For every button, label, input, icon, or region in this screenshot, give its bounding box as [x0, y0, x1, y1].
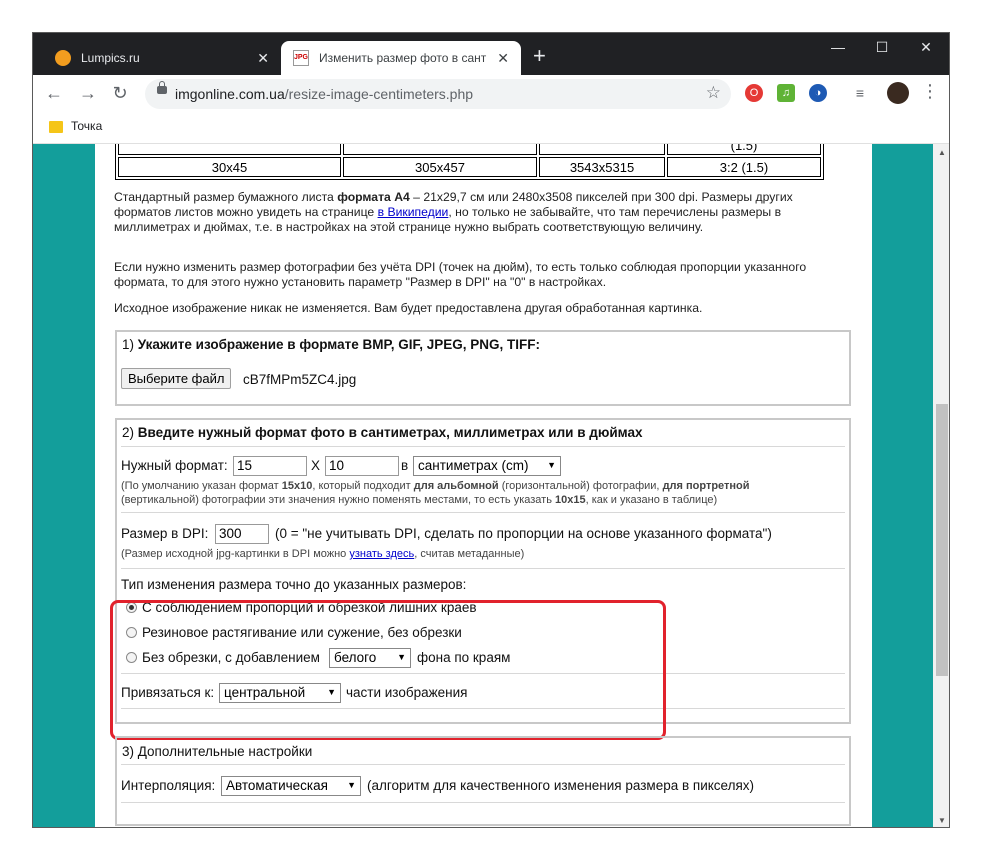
reload-icon[interactable]: ↻ — [109, 83, 131, 103]
section-2-title: 2) Введите нужный формат фото в сантимет… — [122, 425, 643, 440]
address-bar[interactable]: imgonline.com.ua/resize-image-centimeter… — [145, 79, 731, 109]
close-icon[interactable]: ✕ — [257, 50, 269, 67]
back-arrow-icon[interactable]: ← — [43, 83, 65, 103]
format-label: Нужный формат: — [121, 458, 228, 473]
interpolation-select[interactable]: Автоматическая ▼ — [221, 776, 361, 796]
chevron-down-icon: ▼ — [347, 780, 356, 790]
table-cell: 3543x5315 — [539, 157, 665, 177]
jpg-favicon-icon: JPG — [293, 50, 309, 66]
menu-dots-icon[interactable]: ⋮ — [921, 81, 939, 102]
tab-lumpics[interactable]: Lumpics.ru ✕ — [41, 41, 281, 75]
opera-extension-icon[interactable]: O — [745, 84, 763, 102]
photo-size-table: (1.5) 30x45 305x457 3543x5315 3:2 (1.5) — [115, 144, 824, 180]
close-icon[interactable]: ✕ — [497, 50, 509, 67]
url-text: imgonline.com.ua/resize-image-centimeter… — [175, 86, 474, 102]
table-row: 30x45 305x457 3543x5315 3:2 (1.5) — [118, 157, 821, 177]
avatar[interactable] — [887, 82, 909, 104]
vpn-extension-icon[interactable]: ◑ — [809, 84, 827, 102]
scrollbar-thumb[interactable] — [936, 404, 948, 676]
divider — [121, 764, 845, 765]
divider — [121, 512, 845, 513]
table-cell: 305x457 — [343, 157, 537, 177]
new-tab-plus-icon[interactable]: + — [533, 45, 546, 67]
in-label: в — [401, 458, 409, 473]
section-3-title: 3) Дополнительные настройки — [122, 744, 313, 759]
folder-icon — [49, 121, 63, 133]
dpi-label: Размер в DPI: — [121, 526, 209, 541]
height-input[interactable]: 10 — [325, 456, 399, 476]
tab-title: Lumpics.ru — [81, 51, 140, 65]
tab-bar: Lumpics.ru ✕ JPG Изменить размер фото в … — [33, 33, 949, 75]
browser-window: Lumpics.ru ✕ JPG Изменить размер фото в … — [32, 32, 950, 828]
choose-file-button[interactable]: Выберите файл — [121, 368, 232, 389]
window-close-icon[interactable]: ✕ — [911, 39, 941, 56]
bookmark-tochka[interactable]: Точка — [71, 119, 102, 133]
wikipedia-link[interactable]: в Википедии — [378, 205, 449, 219]
table-cell: 30x45 — [118, 157, 341, 177]
dpi-input[interactable]: 300 — [215, 524, 269, 544]
section-1-box: 1) Укажите изображение в формате BMP, GI… — [115, 330, 851, 406]
highlight-frame — [110, 600, 666, 740]
width-input[interactable]: 15 — [233, 456, 307, 476]
chevron-down-icon: ▼ — [547, 460, 556, 470]
maximize-icon[interactable]: ☐ — [867, 39, 897, 56]
learn-dpi-link[interactable]: узнать здесь — [349, 548, 414, 560]
section-1-title: 1) Укажите изображение в формате BMP, GI… — [122, 337, 540, 352]
divider — [121, 568, 845, 569]
page-viewport: (1.5) 30x45 305x457 3543x5315 3:2 (1.5) … — [33, 144, 933, 827]
file-name: cB7fMPm5ZC4.jpg — [243, 372, 357, 387]
media-control-icon[interactable]: ≡ — [851, 84, 869, 102]
interpolation-label: Интерполяция: — [121, 778, 216, 793]
lock-icon — [157, 81, 167, 94]
divider — [121, 802, 845, 803]
format-hint: (По умолчанию указан формат 15x10, котор… — [121, 480, 750, 506]
times-label: X — [311, 458, 321, 473]
scroll-up-arrow-icon[interactable]: ▲ — [938, 148, 946, 157]
music-extension-icon[interactable]: ♫ — [777, 84, 795, 102]
table-row: (1.5) — [118, 144, 821, 155]
dpi-note: (0 = "не учитывать DPI, сделать по пропо… — [275, 526, 772, 541]
scroll-down-arrow-icon[interactable]: ▼ — [938, 816, 946, 825]
orange-circle-favicon-icon — [55, 50, 71, 66]
forward-arrow-icon[interactable]: → — [77, 83, 99, 103]
bookmarks-bar: Точка — [33, 113, 949, 144]
original-note: Исходное изображение никак не изменяется… — [114, 301, 703, 315]
dpi-paragraph: Если нужно изменить размер фотографии бе… — [114, 260, 807, 289]
table-cell: (1.5) — [667, 144, 821, 155]
bookmark-star-icon[interactable]: ☆ — [706, 83, 721, 103]
tab-title: Изменить размер фото в санти — [319, 51, 487, 65]
interpolation-note: (алгоритм для качественного изменения ра… — [367, 778, 755, 793]
unit-select[interactable]: сантиметрах (cm) ▼ — [413, 456, 561, 476]
resize-type-label: Тип изменения размера точно до указанных… — [121, 577, 467, 592]
tab-imgonline[interactable]: JPG Изменить размер фото в санти ✕ — [281, 41, 521, 75]
browser-toolbar: ← → ↻ imgonline.com.ua/resize-image-cent… — [33, 75, 949, 114]
divider — [121, 446, 845, 447]
page-content: (1.5) 30x45 305x457 3543x5315 3:2 (1.5) … — [95, 144, 872, 827]
table-cell: 3:2 (1.5) — [667, 157, 821, 177]
vertical-scrollbar[interactable]: ▲ ▼ — [933, 144, 949, 827]
a4-paragraph: Стандартный размер бумажного листа форма… — [114, 190, 793, 234]
section-3-box: 3) Дополнительные настройки Интерполяция… — [115, 736, 851, 826]
dpi-hint: (Размер исходной jpg-картинки в DPI можн… — [121, 548, 525, 560]
minimize-icon[interactable]: — — [823, 39, 853, 55]
